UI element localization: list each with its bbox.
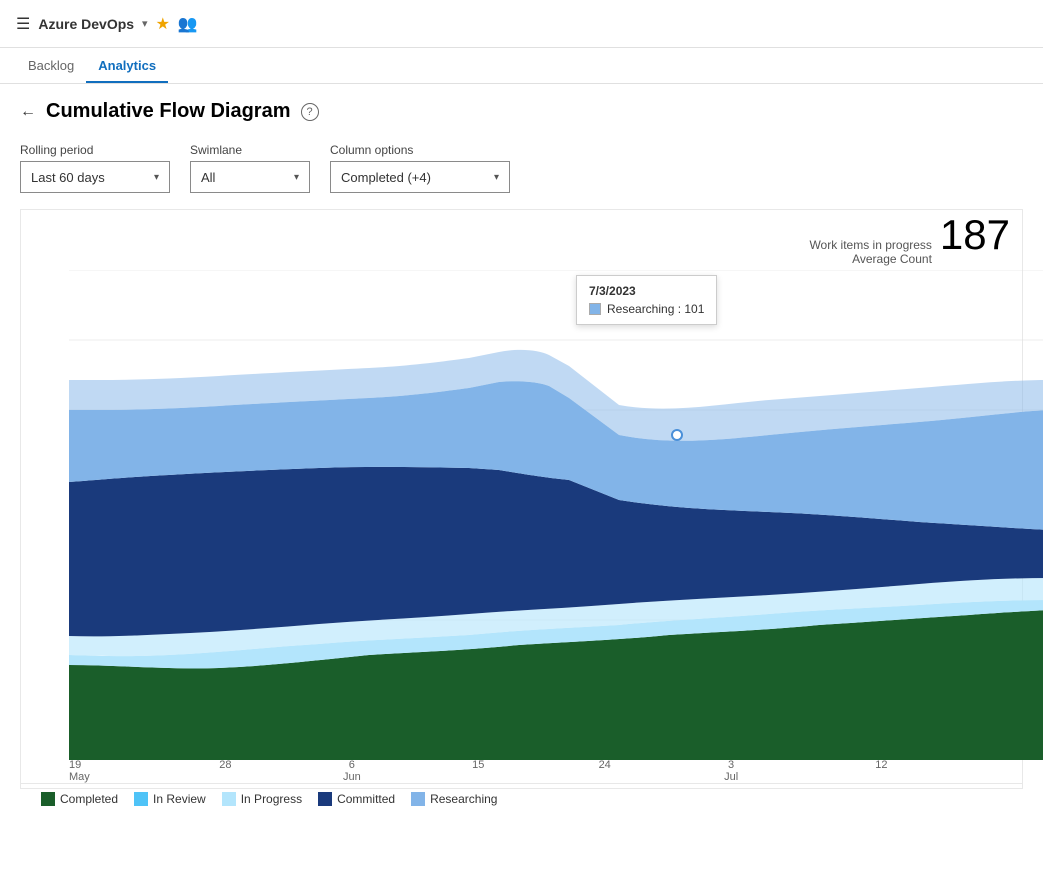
tooltip-item: Researching : 101 xyxy=(589,302,704,316)
rolling-period-arrow-icon: ▾ xyxy=(154,172,159,183)
legend-researching: Researching xyxy=(411,792,497,806)
swimlane-label: Swimlane xyxy=(190,143,310,157)
column-options-group: Column options Completed (+4) ▾ xyxy=(330,143,510,193)
tab-backlog[interactable]: Backlog xyxy=(16,50,86,83)
x-label-19: 19May xyxy=(69,759,129,783)
in-review-label: In Review xyxy=(153,792,206,806)
chart-area: Work items in progress Average Count 187… xyxy=(20,209,1023,789)
x-label-24: 24 xyxy=(575,759,635,783)
x-label-12: 12 xyxy=(828,759,888,783)
chart-tooltip: 7/3/2023 Researching : 101 xyxy=(576,275,717,325)
tooltip-dot xyxy=(672,430,682,440)
swimlane-dropdown[interactable]: All ▾ xyxy=(190,161,310,193)
in-progress-label: In Progress xyxy=(241,792,302,806)
swimlane-arrow-icon: ▾ xyxy=(294,172,299,183)
people-icon[interactable]: 👥 xyxy=(178,14,198,34)
legend-in-review: In Review xyxy=(134,792,206,806)
rolling-period-label: Rolling period xyxy=(20,143,170,157)
tooltip-date: 7/3/2023 xyxy=(589,284,704,298)
cumulative-flow-chart: 4.3K 4.2K 4.2K 4.1K 4.1K 4.0K 4.0K xyxy=(69,270,1043,760)
rolling-period-dropdown[interactable]: Last 60 days ▾ xyxy=(20,161,170,193)
tooltip-color-box xyxy=(589,303,601,315)
stats-label-2: Average Count xyxy=(809,252,931,266)
dropdown-arrow-icon[interactable]: ▾ xyxy=(142,17,148,30)
committed-color-box xyxy=(318,792,332,806)
tooltip-text: Researching : 101 xyxy=(607,302,704,316)
researching-label: Researching xyxy=(430,792,497,806)
chart-legend: Completed In Review In Progress Committe… xyxy=(21,783,1022,814)
rolling-period-group: Rolling period Last 60 days ▾ xyxy=(20,143,170,193)
column-options-dropdown[interactable]: Completed (+4) ▾ xyxy=(330,161,510,193)
title-row: ← Cumulative Flow Diagram ? xyxy=(20,100,1023,123)
in-review-color-box xyxy=(134,792,148,806)
column-options-value: Completed (+4) xyxy=(341,170,431,185)
top-bar: ☰ Azure DevOps ▾ ★ 👥 xyxy=(0,0,1043,48)
swimlane-value: All xyxy=(201,170,215,185)
help-icon[interactable]: ? xyxy=(301,103,319,121)
legend-committed: Committed xyxy=(318,792,395,806)
completed-color-box xyxy=(41,792,55,806)
committed-label: Committed xyxy=(337,792,395,806)
tab-analytics[interactable]: Analytics xyxy=(86,50,168,83)
researching-color-box xyxy=(411,792,425,806)
back-button[interactable]: ← xyxy=(20,103,36,121)
rolling-period-value: Last 60 days xyxy=(31,170,105,185)
menu-icon[interactable]: ☰ xyxy=(16,14,30,34)
page-content: ← Cumulative Flow Diagram ? Rolling peri… xyxy=(0,84,1043,805)
stats-number: 187 xyxy=(940,214,1010,256)
x-label-end xyxy=(954,759,1014,783)
column-options-label: Column options xyxy=(330,143,510,157)
completed-label: Completed xyxy=(60,792,118,806)
swimlane-group: Swimlane All ▾ xyxy=(190,143,310,193)
app-title: Azure DevOps xyxy=(38,16,134,32)
stats-row: Work items in progress Average Count 187 xyxy=(21,210,1022,270)
legend-completed: Completed xyxy=(41,792,118,806)
page-title: Cumulative Flow Diagram xyxy=(46,100,291,123)
x-label-15: 15 xyxy=(448,759,508,783)
in-progress-color-box xyxy=(222,792,236,806)
stats-label-1: Work items in progress xyxy=(809,238,931,252)
column-options-arrow-icon: ▾ xyxy=(494,172,499,183)
nav-tabs: Backlog Analytics xyxy=(0,48,1043,84)
controls-row: Rolling period Last 60 days ▾ Swimlane A… xyxy=(20,143,1023,193)
x-label-28: 28 xyxy=(195,759,255,783)
legend-in-progress: In Progress xyxy=(222,792,302,806)
favorite-star-icon[interactable]: ★ xyxy=(156,14,170,34)
x-label-6: 6Jun xyxy=(322,759,382,783)
x-label-3: 3Jul xyxy=(701,759,761,783)
